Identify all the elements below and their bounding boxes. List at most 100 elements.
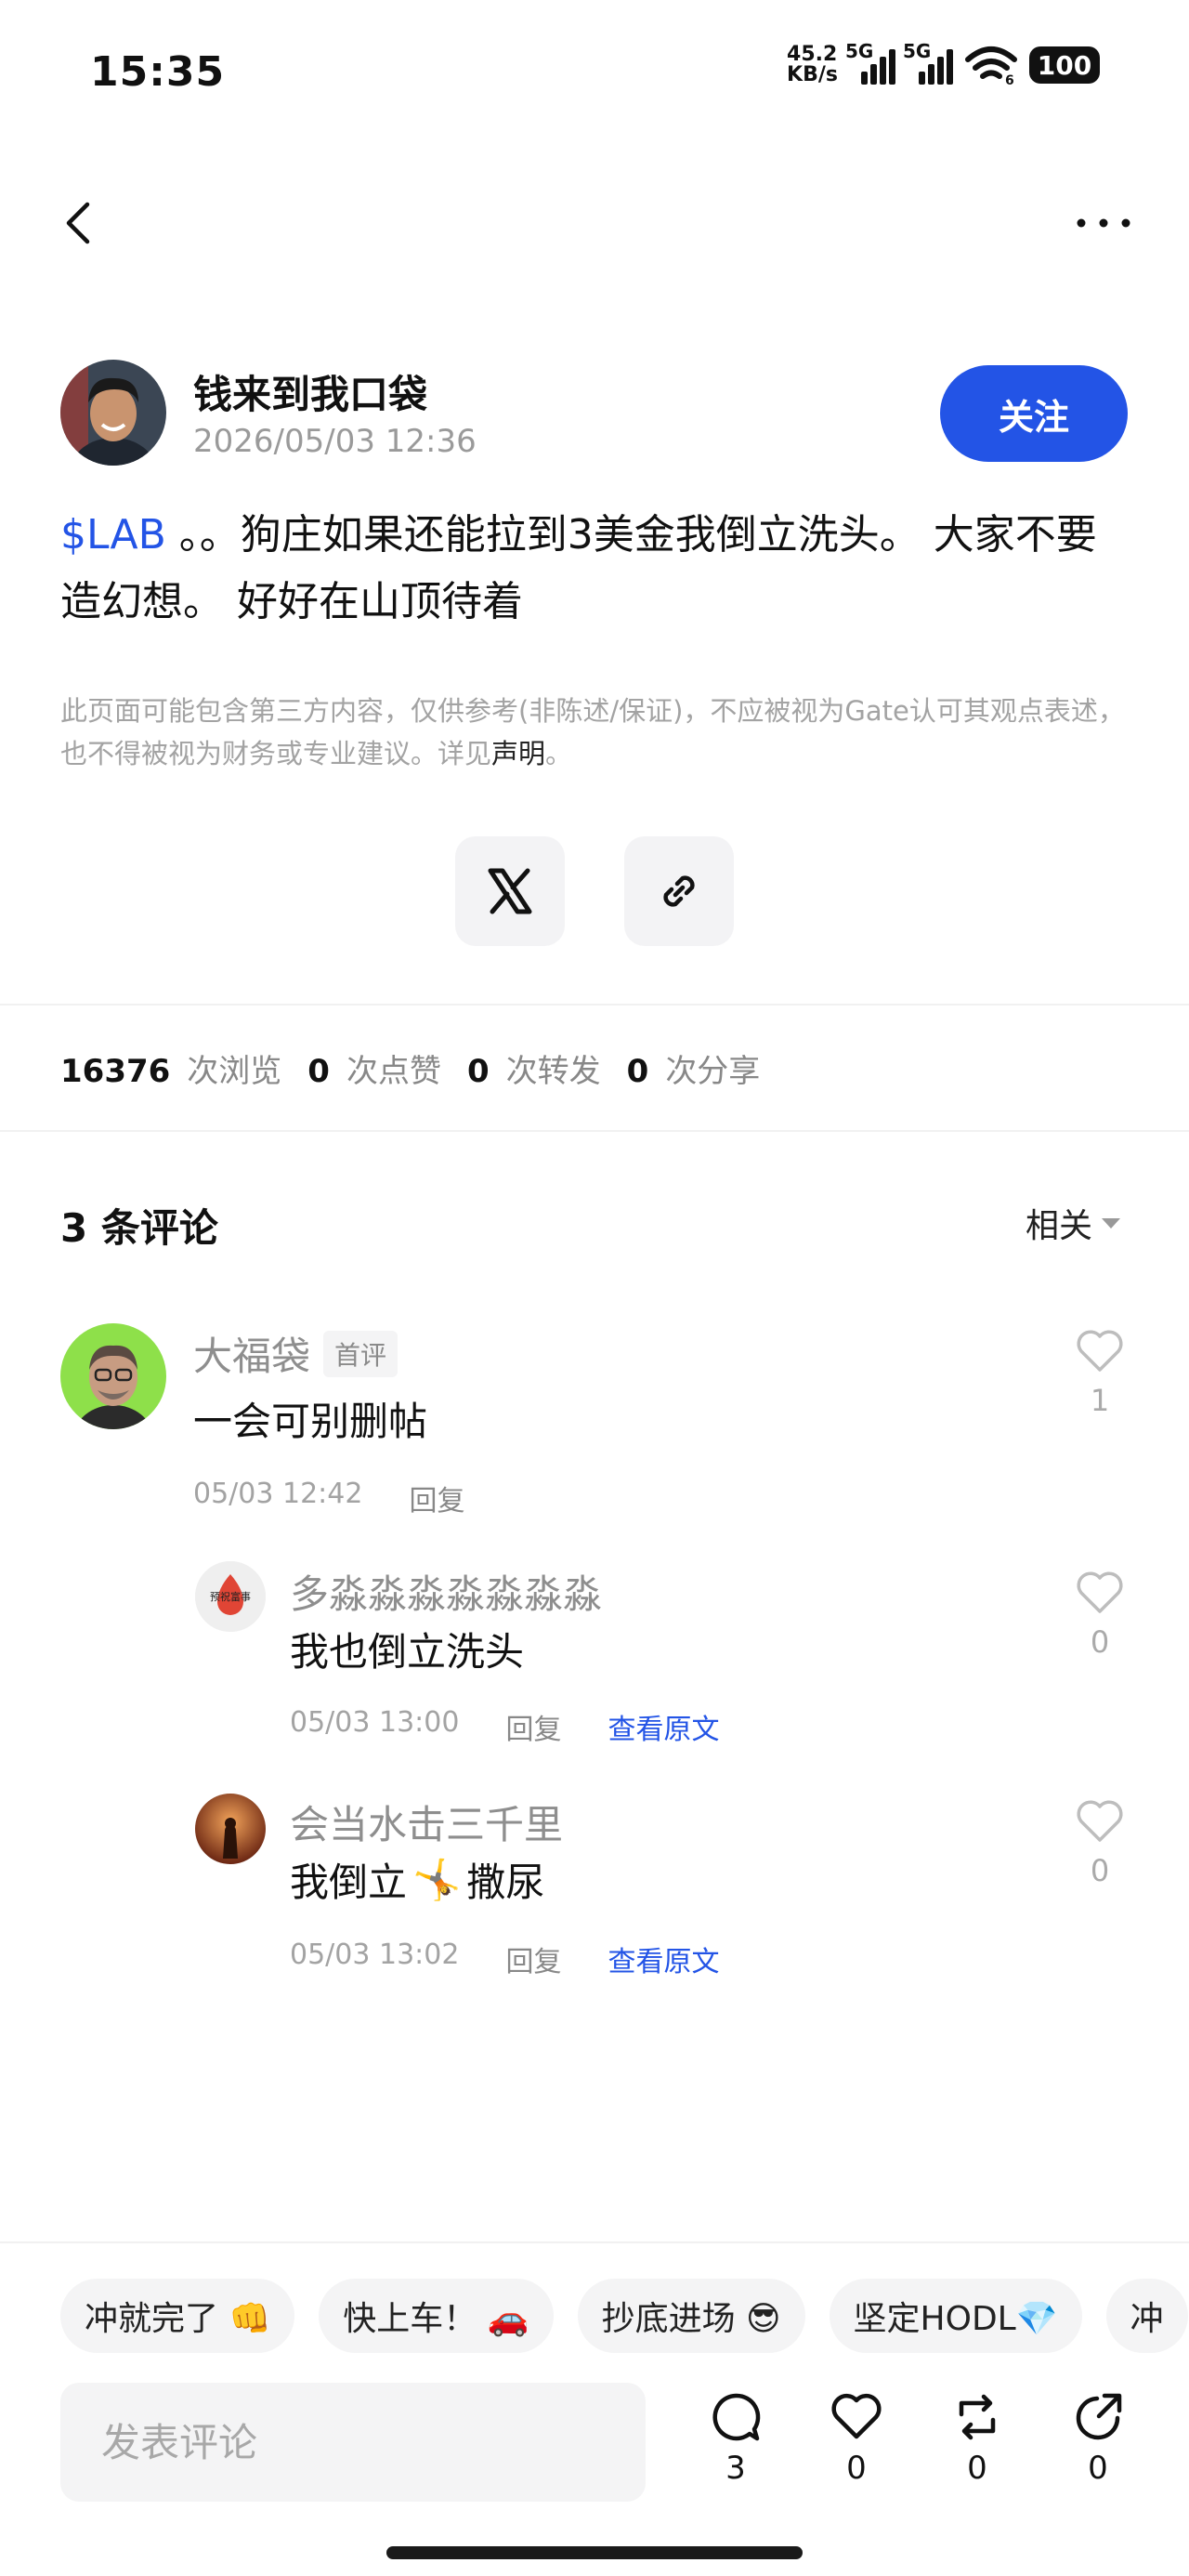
like-count: 0 xyxy=(1090,1624,1110,1660)
comment-text: 我倒立 🤸 撒尿 xyxy=(290,1851,544,1908)
view-original-link[interactable]: 查看原文 xyxy=(608,1939,719,1979)
comments-header: 3 条评论 相关 xyxy=(60,1197,1120,1251)
like-count: 1 xyxy=(1090,1383,1110,1418)
quick-reply-chip[interactable]: 抄底进场 😎 xyxy=(577,2279,805,2353)
reply-avatar-image xyxy=(195,1794,266,1864)
avatar[interactable] xyxy=(195,1794,266,1864)
share-row xyxy=(0,836,1189,946)
divider xyxy=(0,2241,1189,2243)
shares-label: 次分享 xyxy=(665,1053,761,1090)
network-speed-unit: KB/s xyxy=(787,63,838,86)
share-icon xyxy=(1076,2393,1122,2440)
author-avatar-image xyxy=(60,360,166,466)
comment-like[interactable]: 0 xyxy=(1072,1797,1128,1888)
signal-2-label: 5G xyxy=(903,40,932,62)
comment-like[interactable]: 0 xyxy=(1072,1569,1128,1660)
share-action[interactable]: 0 xyxy=(1065,2390,1130,2487)
view-original-link[interactable]: 查看原文 xyxy=(608,1706,719,1747)
like-count: 0 xyxy=(846,2450,867,2487)
comment-action[interactable]: 3 xyxy=(703,2390,768,2487)
x-logo-icon xyxy=(488,868,532,914)
caret-down-icon xyxy=(1102,1217,1120,1229)
comment-item: 大福袋 首评 一会可别删帖 05/03 12:42 回复 1 xyxy=(0,1320,1189,1524)
status-icons: 45.2 KB/s 5G 5G 6 100 xyxy=(787,40,1100,85)
post-body: $LAB 。。狗庄如果还能拉到3美金我倒立洗头。 大家不要造幻想。 好好在山顶待… xyxy=(60,502,1129,636)
comment-reply: 预祝富事 多淼淼淼淼淼淼淼 我也倒立洗头 05/03 13:00 回复 查看原文… xyxy=(0,1561,1189,1747)
status-bar: 15:35 45.2 KB/s 5G 5G 6 100 xyxy=(0,0,1189,139)
signal-1-label: 5G xyxy=(845,40,874,62)
like-count: 0 xyxy=(1090,1853,1110,1888)
shares-count: 0 xyxy=(626,1053,649,1090)
signal-1-icon: 5G xyxy=(845,40,895,85)
avatar[interactable] xyxy=(60,1323,166,1429)
quick-reply-chip[interactable]: 快上车！ 🚗 xyxy=(319,2279,554,2353)
share-x-button[interactable] xyxy=(455,836,565,946)
sort-dropdown[interactable]: 相关 xyxy=(1026,1199,1120,1247)
comment-text-start: 我倒立 xyxy=(290,1860,408,1905)
commenter-name-text[interactable]: 多淼淼淼淼淼淼淼 xyxy=(290,1563,602,1620)
share-count: 0 xyxy=(1088,2450,1108,2487)
top-nav xyxy=(0,177,1189,269)
post-stats: 16376 次浏览 0 次点赞 0 次转发 0 次分享 xyxy=(60,1045,786,1091)
repost-icon xyxy=(959,2394,996,2440)
divider xyxy=(0,1004,1189,1005)
comment-text: 一会可别删帖 xyxy=(193,1399,428,1444)
views-count: 16376 xyxy=(60,1053,171,1090)
bottom-action-bar: 3 0 0 0 xyxy=(60,2383,1129,2502)
heart-icon[interactable] xyxy=(1075,1797,1125,1844)
repost-action[interactable]: 0 xyxy=(945,2390,1010,2487)
avatar[interactable] xyxy=(60,360,166,466)
wifi-label: 6 xyxy=(1005,73,1014,85)
status-time: 15:35 xyxy=(90,48,226,96)
follow-button[interactable]: 关注 xyxy=(940,365,1128,462)
commenter-name-text[interactable]: 会当水击三千里 xyxy=(290,1794,563,1850)
quick-reply-chip[interactable]: 坚定HODL💎 xyxy=(829,2279,1082,2353)
first-comment-badge: 首评 xyxy=(323,1330,399,1377)
divider xyxy=(0,1130,1189,1132)
comment-text-end: 撒尿 xyxy=(466,1860,545,1905)
post-body-text: 。。狗庄如果还能拉到3美金我倒立洗头。 大家不要造幻想。 好好在山顶待着 xyxy=(60,511,1097,625)
disclaimer: 此页面可能包含第三方内容，仅供参考(非陈述/保证)，不应被视为Gate认可其观点… xyxy=(60,690,1129,775)
quick-reply-chip[interactable]: 冲 xyxy=(1105,2279,1188,2353)
avatar[interactable]: 预祝富事 xyxy=(195,1561,266,1632)
copy-link-button[interactable] xyxy=(624,836,734,946)
repost-count: 0 xyxy=(967,2450,987,2487)
reply-button[interactable]: 回复 xyxy=(505,1939,561,1979)
heart-icon[interactable] xyxy=(1075,1569,1125,1615)
network-speed-value: 45.2 xyxy=(787,43,838,66)
commenter-name: 会当水击三千里 xyxy=(290,1794,563,1850)
comment-meta: 05/03 12:42 回复 xyxy=(193,1478,464,1518)
ticker-link[interactable]: $LAB xyxy=(60,511,166,559)
disclaimer-link[interactable]: 声明 xyxy=(491,738,545,769)
quick-reply-chip[interactable]: 冲就完了 👊 xyxy=(60,2279,295,2353)
more-horizontal-icon[interactable] xyxy=(1074,204,1133,242)
commenter-avatar-image xyxy=(60,1323,166,1429)
comment-meta: 05/03 13:00 回复 查看原文 xyxy=(290,1706,719,1747)
comment-time: 05/03 13:00 xyxy=(290,1706,460,1739)
reposts-count: 0 xyxy=(466,1053,490,1090)
likes-label: 次点赞 xyxy=(346,1053,441,1090)
commenter-name-text[interactable]: 大福袋 xyxy=(193,1325,310,1382)
comment-text: 我也倒立洗头 xyxy=(290,1629,525,1675)
avatar-text: 预祝富事 xyxy=(210,1591,251,1603)
comment-time: 05/03 13:02 xyxy=(290,1939,460,1971)
author-name[interactable]: 钱来到我口袋 xyxy=(193,363,427,420)
like-action[interactable]: 0 xyxy=(824,2390,889,2487)
comment-meta: 05/03 13:02 回复 查看原文 xyxy=(290,1939,719,1979)
heart-icon[interactable] xyxy=(1075,1327,1125,1373)
link-icon xyxy=(663,875,695,907)
chevron-left-icon[interactable] xyxy=(54,197,106,249)
comment-bubble-icon xyxy=(712,2393,761,2441)
disclaimer-end: 。 xyxy=(545,738,573,769)
network-speed: 45.2 KB/s xyxy=(787,45,838,85)
views-label: 次浏览 xyxy=(187,1053,282,1090)
comment-like[interactable]: 1 xyxy=(1072,1327,1128,1418)
reply-button[interactable]: 回复 xyxy=(409,1478,464,1518)
disclaimer-text: 此页面可能包含第三方内容，仅供参考(非陈述/保证)，不应被视为Gate认可其观点… xyxy=(60,695,1125,769)
home-indicator[interactable] xyxy=(386,2546,803,2559)
likes-count: 0 xyxy=(307,1053,330,1090)
battery-icon: 100 xyxy=(1029,46,1100,84)
comment-count: 3 xyxy=(725,2450,746,2487)
comment-input[interactable] xyxy=(60,2383,646,2502)
reply-button[interactable]: 回复 xyxy=(505,1706,561,1747)
